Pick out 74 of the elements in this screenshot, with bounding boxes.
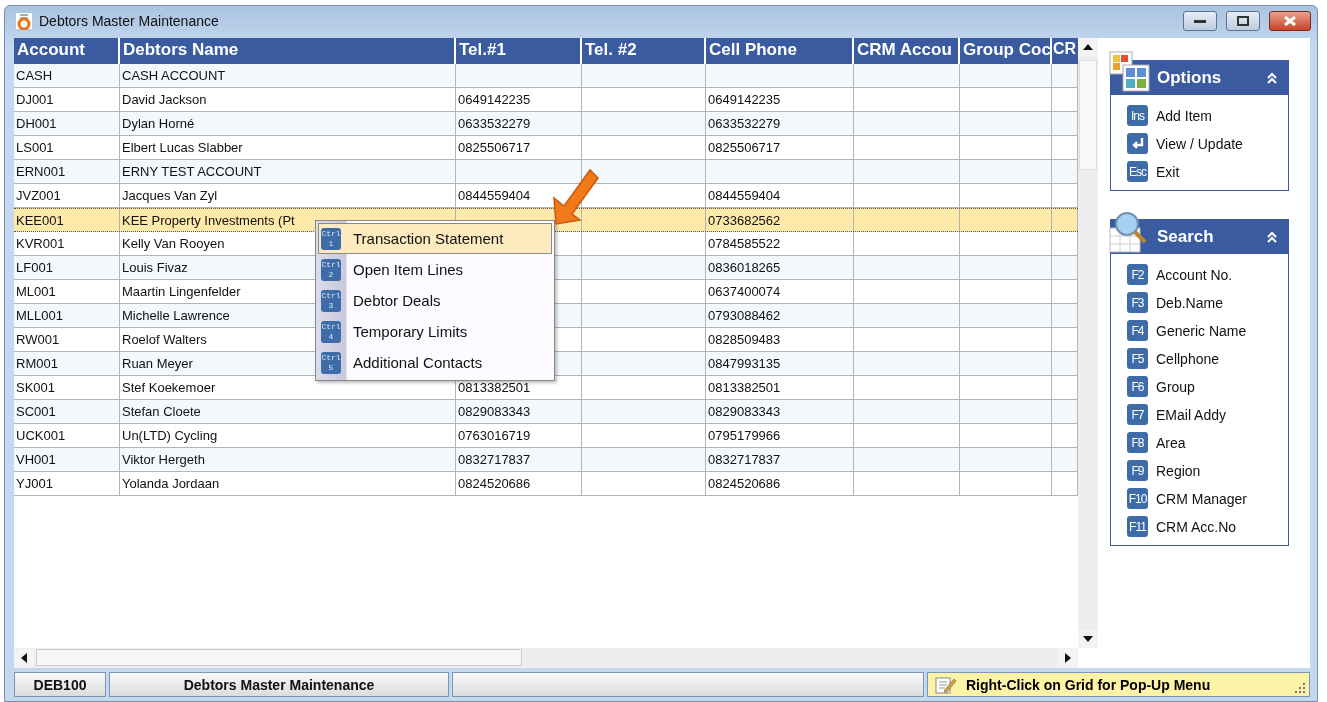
shortcut-key: F2 xyxy=(1127,264,1148,285)
table-cell: 0733682562 xyxy=(706,209,854,231)
shortcut-key: Ctrl 4 xyxy=(321,320,341,343)
shortcut-key: F5 xyxy=(1127,348,1148,369)
table-cell: KEE001 xyxy=(14,209,120,231)
table-cell: 0828509483 xyxy=(706,328,854,351)
table-cell: Viktor Hergeth xyxy=(120,448,456,471)
status-code: DEB100 xyxy=(14,672,106,697)
shortcut-key: Ctrl 3 xyxy=(321,289,341,312)
table-cell: 0795179966 xyxy=(706,424,854,447)
shortcut-key: F9 xyxy=(1127,460,1148,481)
shortcut-key: Ins xyxy=(1127,105,1148,126)
table-cell: DH001 xyxy=(14,112,120,135)
status-screen-name: Debtors Master Maintenance xyxy=(109,672,449,697)
shortcut-key: F4 xyxy=(1127,320,1148,341)
table-cell: MLL001 xyxy=(14,304,120,327)
table-cell: 0829083343 xyxy=(706,400,854,423)
shortcut-key: F8 xyxy=(1127,432,1148,453)
table-cell: 0649142235 xyxy=(456,88,582,111)
table-cell: Elbert Lucas Slabber xyxy=(120,136,456,159)
table-cell: 0824520686 xyxy=(456,472,582,495)
table-cell: 0649142235 xyxy=(706,88,854,111)
table-cell: SC001 xyxy=(14,400,120,423)
shortcut-key: Ctrl 2 xyxy=(321,258,341,281)
table-cell: 0763016719 xyxy=(456,424,582,447)
table-cell: 0825506717 xyxy=(706,136,854,159)
window-title: Debtors Master Maintenance xyxy=(39,13,220,29)
table-cell: DJ001 xyxy=(14,88,120,111)
table-cell: CASH xyxy=(14,64,120,87)
shortcut-key: F11 xyxy=(1127,516,1148,537)
table-cell: 0844559404 xyxy=(706,184,854,207)
table-cell: Un(LTD) Cycling xyxy=(120,424,456,447)
table-cell: LS001 xyxy=(14,136,120,159)
table-cell: 0633532279 xyxy=(456,112,582,135)
table-cell: David Jackson xyxy=(120,88,456,111)
panel-title: Search xyxy=(1157,227,1214,247)
table-cell: 0825506717 xyxy=(456,136,582,159)
shortcut-key: Ctrl 5 xyxy=(321,351,341,374)
table-cell: 0793088462 xyxy=(706,304,854,327)
table-cell: 0813382501 xyxy=(706,376,854,399)
table-cell: 0832717837 xyxy=(456,448,582,471)
table-cell: Yolanda Jordaan xyxy=(120,472,456,495)
panel-title: Options xyxy=(1157,68,1222,88)
table-cell: 0633532279 xyxy=(706,112,854,135)
table-cell: ML001 xyxy=(14,280,120,303)
table-cell: KVR001 xyxy=(14,232,120,255)
table-cell: 0637400074 xyxy=(706,280,854,303)
shortcut-key: Esc xyxy=(1127,161,1148,182)
shortcut-key: Ctrl 1 xyxy=(321,227,341,250)
table-cell: SK001 xyxy=(14,376,120,399)
shortcut-key: F10 xyxy=(1127,488,1148,509)
table-cell: 0784585522 xyxy=(706,232,854,255)
hint-text: Right-Click on Grid for Pop-Up Menu xyxy=(966,676,1211,693)
table-cell: Stefan Cloete xyxy=(120,400,456,423)
table-cell: LF001 xyxy=(14,256,120,279)
table-cell: Dylan Horné xyxy=(120,112,456,135)
table-cell: ERN001 xyxy=(14,160,120,183)
table-cell: 0829083343 xyxy=(456,400,582,423)
table-cell: UCK001 xyxy=(14,424,120,447)
table-cell: YJ001 xyxy=(14,472,120,495)
table-cell: 0832717837 xyxy=(706,448,854,471)
table-cell: 0824520686 xyxy=(706,472,854,495)
shortcut-key: F7 xyxy=(1127,404,1148,425)
table-cell: 0847993135 xyxy=(706,352,854,375)
table-cell: 0836018265 xyxy=(706,256,854,279)
shortcut-key: F6 xyxy=(1127,376,1148,397)
table-cell: RM001 xyxy=(14,352,120,375)
table-cell: JVZ001 xyxy=(14,184,120,207)
table-cell: VH001 xyxy=(14,448,120,471)
table-cell: RW001 xyxy=(14,328,120,351)
table-cell: ERNY TEST ACCOUNT xyxy=(120,160,456,183)
table-cell: CASH ACCOUNT xyxy=(120,64,456,87)
shortcut-key: F3 xyxy=(1127,292,1148,313)
table-cell: Jacques Van Zyl xyxy=(120,184,456,207)
